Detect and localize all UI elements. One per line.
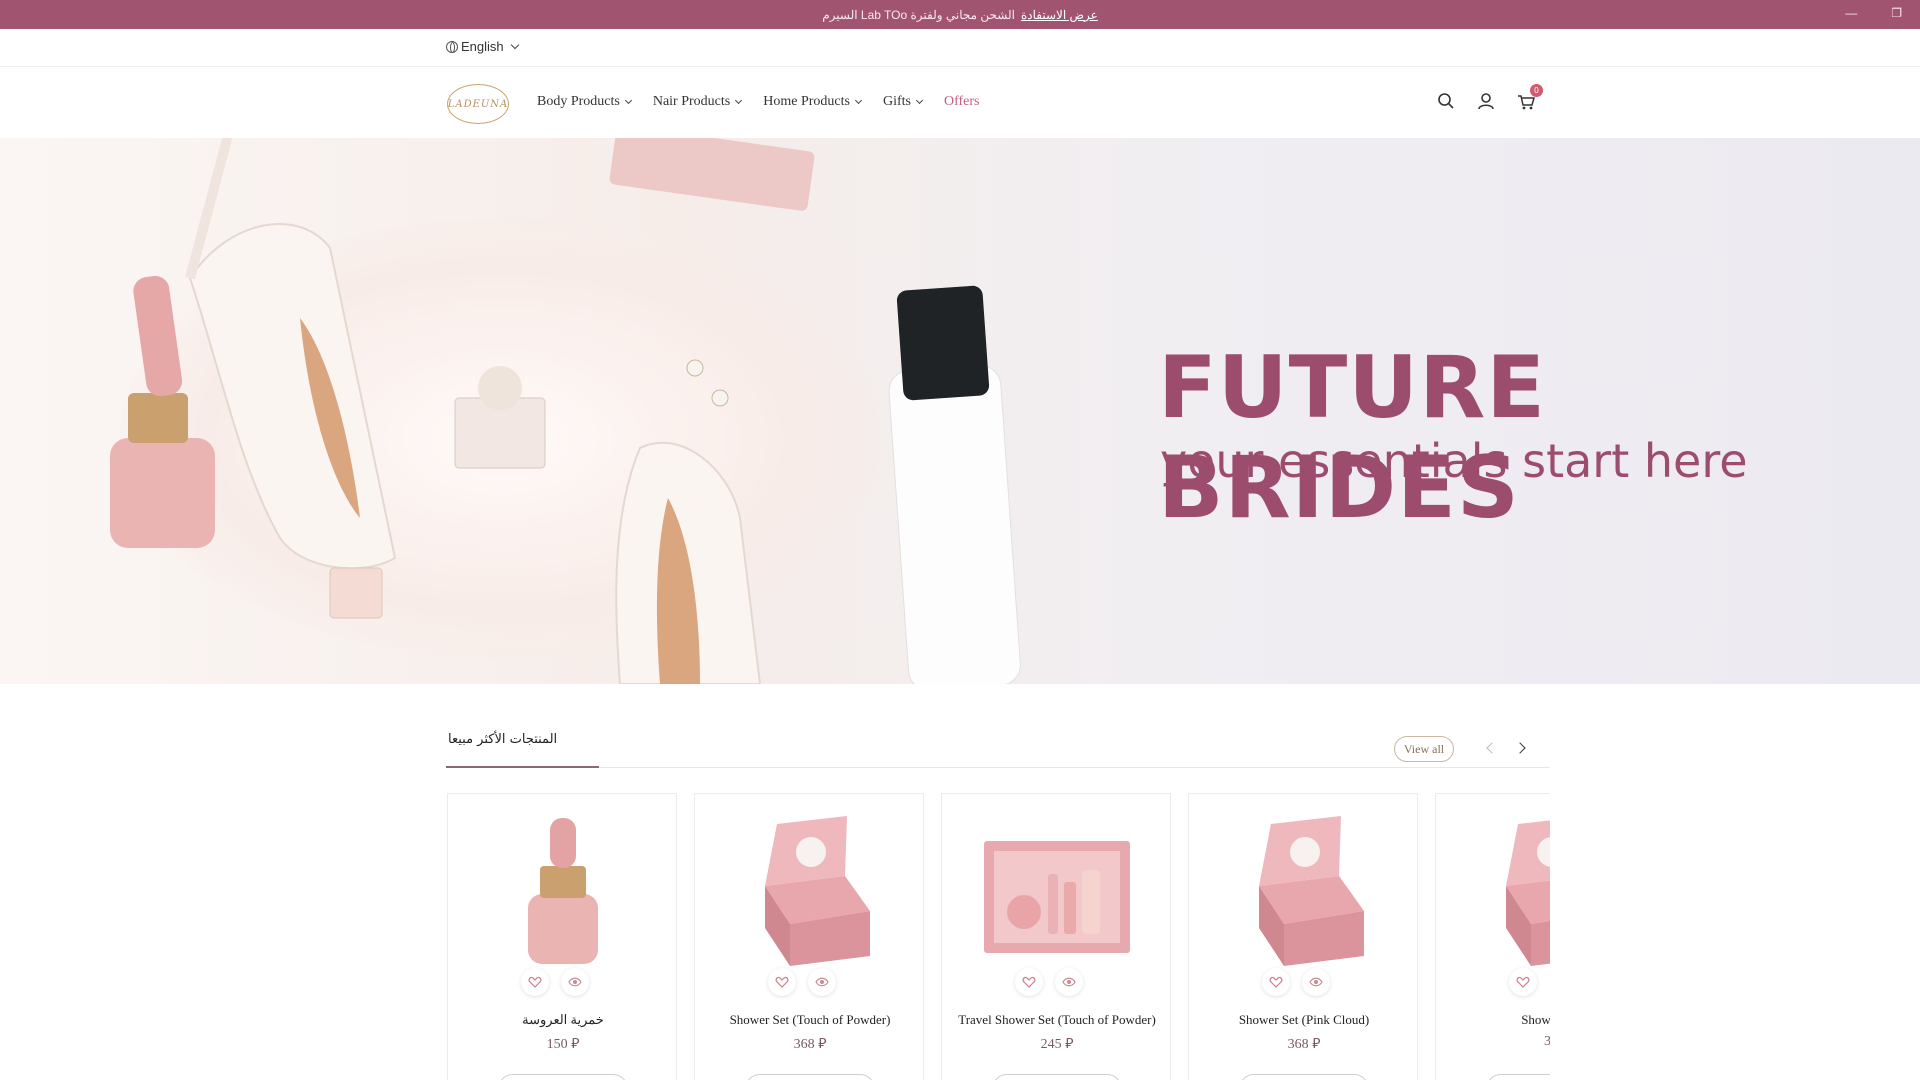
product-name[interactable]: Shower Set (Touch of Powder) bbox=[695, 1012, 925, 1028]
main-navbar: LADEUNA Body Products Nair Products Home… bbox=[0, 68, 1920, 138]
language-selector[interactable]: English bbox=[446, 39, 519, 54]
logo-text: LADEUNA bbox=[447, 98, 509, 110]
section-title: المنتجات الأكثر مبيعا bbox=[448, 732, 558, 747]
nav-item-label: Gifts bbox=[882, 94, 911, 109]
product-image bbox=[1259, 816, 1364, 966]
nav-item-hair-products[interactable]: Nair Products bbox=[652, 94, 743, 110]
product-price: 368 ⃁ bbox=[793, 1037, 827, 1052]
product-actions bbox=[521, 968, 589, 996]
nav-item-label: Body Products bbox=[537, 94, 620, 109]
carousel-next-icon[interactable] bbox=[1514, 742, 1526, 754]
nav-item-offers[interactable]: Offers bbox=[944, 94, 980, 110]
product-price: 150 ⃁ bbox=[546, 1037, 580, 1052]
promo-link[interactable]: عرض الاستفادة bbox=[1021, 8, 1098, 22]
add-to-cart-button[interactable] bbox=[1486, 1074, 1550, 1080]
nav-actions: 0 bbox=[1436, 84, 1543, 112]
product-card[interactable]: خمرية العروسة 150 ⃁ bbox=[447, 793, 677, 1080]
nav-menu: Body Products Nair Products Home Product… bbox=[537, 94, 979, 110]
product-image bbox=[765, 816, 870, 966]
product-card[interactable]: Shower Set (Pink Cloud) 368 ⃁ bbox=[1188, 793, 1418, 1080]
product-price: 36 bbox=[1544, 1034, 1550, 1049]
heart-icon[interactable] bbox=[1015, 968, 1043, 996]
carousel-prev-icon[interactable] bbox=[1486, 742, 1498, 754]
add-to-cart-button[interactable] bbox=[498, 1074, 628, 1080]
product-name[interactable]: Shower Set (Pink Cloud) bbox=[1189, 1012, 1419, 1028]
add-to-cart-button[interactable] bbox=[745, 1074, 875, 1080]
product-carousel: خمرية العروسة 150 ⃁ Shower Set (Touch of… bbox=[447, 793, 1550, 1080]
product-actions bbox=[768, 968, 836, 996]
heart-icon[interactable] bbox=[768, 968, 796, 996]
nav-item-home-products[interactable]: Home Products bbox=[763, 94, 862, 110]
nav-item-body-products[interactable]: Body Products bbox=[537, 94, 632, 110]
restore-icon[interactable]: ❐ bbox=[1891, 6, 1902, 20]
add-to-cart-button[interactable] bbox=[1239, 1074, 1369, 1080]
product-image bbox=[1506, 820, 1550, 966]
hero-subheading: your essentials start here bbox=[1160, 434, 1748, 488]
eye-icon[interactable] bbox=[561, 968, 589, 996]
globe-icon bbox=[446, 40, 458, 53]
nav-item-gifts[interactable]: Gifts bbox=[882, 94, 923, 110]
hero-banner[interactable]: FUTURE BRIDES your essentials start here bbox=[0, 138, 1920, 684]
chevron-down-icon bbox=[915, 96, 923, 105]
product-actions bbox=[1509, 968, 1537, 996]
view-all-button[interactable]: View all bbox=[1394, 736, 1454, 762]
product-card[interactable]: Travel Shower Set (Touch of Powder) 245 … bbox=[941, 793, 1171, 1080]
promo-bar: السيرم Lab TOo الشحن مجاني ولفترة عرض ال… bbox=[0, 0, 1920, 29]
language-bar: English bbox=[0, 29, 1920, 67]
product-card[interactable]: Shower Set (Touch of Powder) 368 ⃁ bbox=[694, 793, 924, 1080]
window-controls: — ❐ bbox=[1845, 6, 1902, 20]
product-image bbox=[984, 841, 1130, 953]
eye-icon[interactable] bbox=[1055, 968, 1083, 996]
brand-logo[interactable]: LADEUNA bbox=[447, 84, 509, 124]
product-name[interactable]: Travel Shower Set (Touch of Powder) bbox=[942, 1012, 1172, 1028]
search-icon[interactable] bbox=[1436, 90, 1456, 112]
product-price: 368 ⃁ bbox=[1287, 1037, 1321, 1052]
nav-item-label: Home Products bbox=[763, 94, 850, 109]
promo-text: السيرم Lab TOo الشحن مجاني ولفترة bbox=[822, 7, 1015, 22]
product-card[interactable]: Shower Set 36 bbox=[1435, 793, 1550, 1080]
language-label: English bbox=[461, 39, 504, 54]
eye-icon[interactable] bbox=[808, 968, 836, 996]
cart-icon[interactable]: 0 bbox=[1516, 84, 1543, 112]
minimize-icon[interactable]: — bbox=[1845, 6, 1857, 20]
bestsellers-header: المنتجات الأكثر مبيعا View all bbox=[446, 726, 1550, 768]
chevron-down-icon bbox=[510, 40, 519, 49]
account-icon[interactable] bbox=[1476, 90, 1496, 112]
section-title-underline bbox=[446, 766, 599, 768]
product-name[interactable]: خمرية العروسة bbox=[448, 1012, 678, 1028]
cart-count-badge: 0 bbox=[1530, 84, 1543, 97]
chevron-down-icon bbox=[854, 96, 862, 105]
chevron-down-icon bbox=[624, 96, 632, 105]
eye-icon[interactable] bbox=[1302, 968, 1330, 996]
chevron-down-icon bbox=[735, 96, 743, 105]
product-image bbox=[528, 818, 598, 964]
add-to-cart-button[interactable] bbox=[992, 1074, 1122, 1080]
heart-icon[interactable] bbox=[521, 968, 549, 996]
product-actions bbox=[1015, 968, 1083, 996]
product-name[interactable]: Shower Set bbox=[1436, 1012, 1550, 1028]
heart-icon[interactable] bbox=[1509, 968, 1537, 996]
product-price: 245 ⃁ bbox=[1040, 1037, 1074, 1052]
nav-item-label: Nair Products bbox=[652, 94, 731, 109]
heart-icon[interactable] bbox=[1262, 968, 1290, 996]
product-actions bbox=[1262, 968, 1330, 996]
